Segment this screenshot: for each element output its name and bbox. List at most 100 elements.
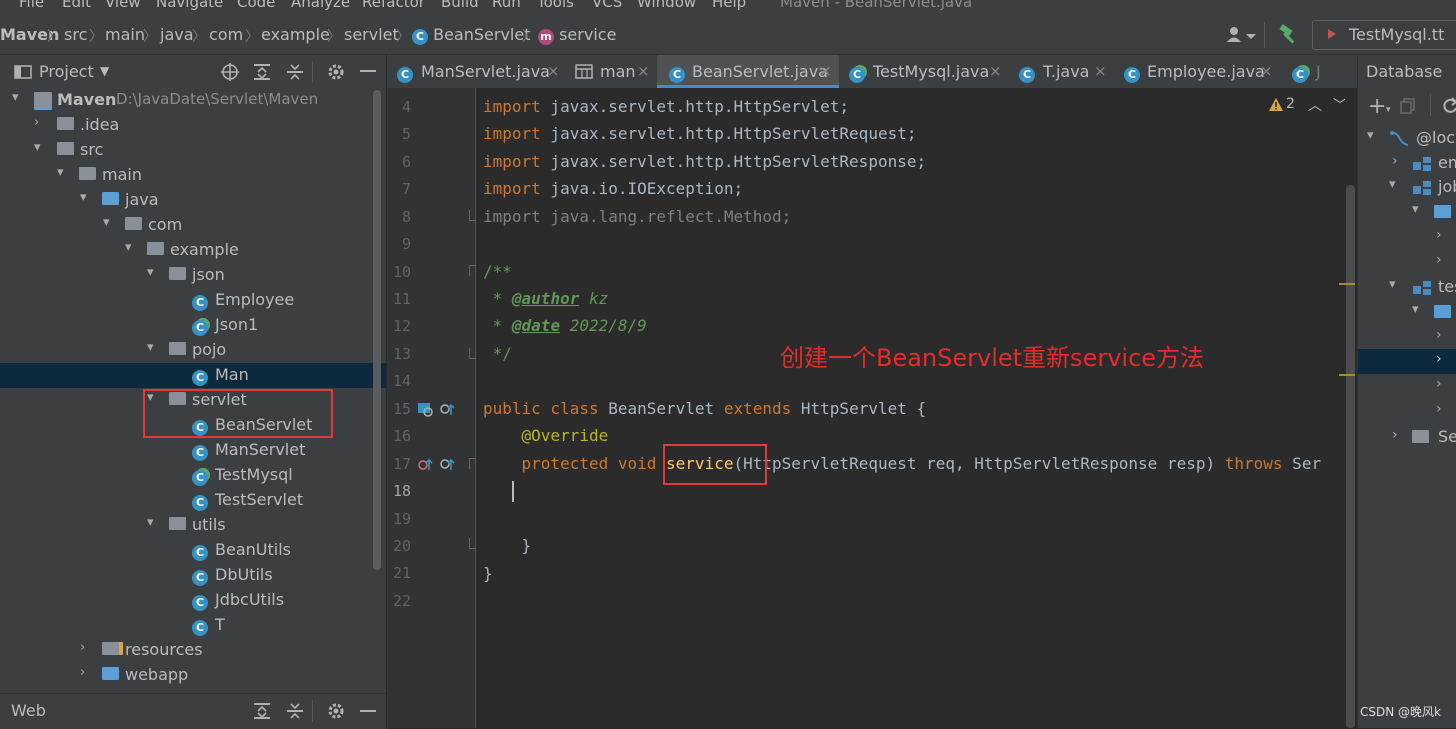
tree-node-maven[interactable]: ▾ Maven D:\JavaDate\Servlet\Maven: [0, 88, 386, 113]
dropdown-arrow-icon[interactable]: ▼: [100, 64, 109, 78]
chevron-down-icon[interactable]: ▾: [103, 215, 110, 230]
menu-refactor[interactable]: Refactor: [362, 0, 425, 11]
db-node-tes[interactable]: ▾ tes: [1358, 275, 1456, 300]
tree-node-src[interactable]: ▾ src: [0, 138, 386, 163]
menu-edit[interactable]: Edit: [62, 0, 91, 11]
chevron-down-icon[interactable]: ▾: [125, 240, 132, 255]
database-panel-title[interactable]: Database: [1366, 62, 1442, 81]
menu-help[interactable]: Help: [712, 0, 746, 11]
breadcrumb-main[interactable]: main: [105, 25, 145, 44]
chevron-down-icon[interactable]: ▾: [1389, 277, 1396, 292]
collapse-all-icon[interactable]: [285, 701, 305, 721]
editor-scrollbar[interactable]: [1346, 185, 1355, 728]
tree-node-pojo[interactable]: ▾ pojo: [0, 338, 386, 363]
implemented-icon[interactable]: [439, 401, 455, 417]
breadcrumb-java[interactable]: java: [160, 25, 194, 44]
expand-all-icon[interactable]: [252, 701, 272, 721]
chevron-down-icon[interactable]: ▾: [147, 515, 154, 530]
expand-all-icon[interactable]: [252, 62, 272, 82]
tree-node-json[interactable]: ▾ json: [0, 263, 386, 288]
breadcrumb-example[interactable]: example: [261, 25, 330, 44]
locate-file-icon[interactable]: [220, 62, 240, 82]
previous-highlight-icon[interactable]: ︿: [1308, 95, 1322, 115]
tab-employee[interactable]: C Employee.java ×: [1114, 55, 1280, 88]
chevron-right-icon[interactable]: ›: [80, 640, 85, 655]
warning-icon[interactable]: [1268, 97, 1284, 112]
build-hammer-icon[interactable]: [1278, 24, 1298, 46]
db-node-tables-folder[interactable]: ▾: [1358, 300, 1456, 325]
chevron-right-icon[interactable]: ›: [1436, 327, 1442, 343]
chevron-right-icon[interactable]: ›: [1392, 153, 1398, 169]
tab-t[interactable]: C T.java ×: [1009, 55, 1114, 88]
chevron-right-icon[interactable]: ›: [1392, 427, 1398, 443]
run-configuration-select[interactable]: TestMysql.tt: [1312, 20, 1456, 50]
breadcrumb-src[interactable]: src: [64, 25, 87, 44]
chevron-down-icon[interactable]: ▾: [57, 165, 64, 180]
close-icon[interactable]: ×: [1260, 62, 1273, 80]
tab-man[interactable]: man ×: [567, 55, 657, 88]
project-view-title[interactable]: Project: [39, 62, 94, 81]
tab-beanservlet[interactable]: C BeanServlet.java ×: [657, 55, 839, 88]
chevron-down-icon[interactable]: ▾: [34, 140, 41, 155]
gear-icon[interactable]: [326, 62, 346, 82]
menu-navigate[interactable]: Navigate: [156, 0, 223, 11]
close-icon[interactable]: ×: [989, 62, 1002, 80]
refresh-icon[interactable]: [1442, 97, 1456, 115]
chevron-right-icon[interactable]: ›: [1436, 252, 1442, 268]
close-icon[interactable]: ×: [637, 62, 650, 80]
tree-node-beanutils[interactable]: C BeanUtils: [0, 538, 386, 563]
hide-panel-icon[interactable]: [360, 70, 376, 72]
tree-node-testmysql[interactable]: C TestMysql: [0, 463, 386, 488]
chevron-down-icon[interactable]: ▾: [80, 190, 87, 205]
tree-node-utils[interactable]: ▾ utils: [0, 513, 386, 538]
tree-node-example[interactable]: ▾ example: [0, 238, 386, 263]
error-stripe-mark[interactable]: [1339, 283, 1355, 285]
breadcrumb-servlet[interactable]: servlet: [344, 25, 399, 44]
breadcrumb-service[interactable]: m service: [538, 25, 616, 45]
chevron-right-icon[interactable]: ›: [1436, 351, 1442, 367]
add-datasource-icon[interactable]: +: [1368, 94, 1386, 119]
tab-overflow[interactable]: C J: [1280, 55, 1357, 88]
tree-node-testservlet[interactable]: C TestServlet: [0, 488, 386, 513]
tree-node-t[interactable]: C T: [0, 613, 386, 638]
chevron-down-icon[interactable]: ▾: [1412, 302, 1419, 317]
breadcrumb-com[interactable]: com: [209, 25, 243, 44]
error-stripe-mark[interactable]: [1339, 374, 1355, 376]
inheritance-icon[interactable]: [417, 401, 433, 417]
close-icon[interactable]: ×: [547, 62, 560, 80]
tree-node-idea[interactable]: › .idea: [0, 113, 386, 138]
menu-tools[interactable]: Tools: [537, 0, 574, 11]
tab-manservlet[interactable]: C ManServlet.java ×: [387, 55, 567, 88]
close-icon[interactable]: ×: [819, 62, 832, 80]
tree-node-main[interactable]: ▾ main: [0, 163, 386, 188]
chevron-right-icon[interactable]: ›: [80, 665, 85, 680]
chevron-down-icon[interactable]: ▾: [147, 340, 154, 355]
hide-panel-icon[interactable]: [360, 710, 376, 712]
menu-vcs[interactable]: VCS: [592, 0, 622, 11]
db-node-se[interactable]: › Se: [1358, 425, 1456, 450]
db-node-job[interactable]: ▾ job: [1358, 175, 1456, 200]
db-node-tables-folder[interactable]: ▾: [1358, 200, 1456, 225]
tree-node-employee[interactable]: C Employee: [0, 288, 386, 313]
project-scrollbar[interactable]: [373, 90, 381, 570]
tree-node-manservlet[interactable]: C ManServlet: [0, 438, 386, 463]
chevron-down-icon[interactable]: ▾: [1367, 128, 1374, 143]
chevron-right-icon[interactable]: ›: [1436, 227, 1442, 243]
user-icon[interactable]: [1226, 25, 1256, 45]
collapse-all-icon[interactable]: [285, 62, 305, 82]
web-panel-title[interactable]: Web: [11, 701, 46, 720]
chevron-down-icon[interactable]: ▾: [1386, 105, 1391, 115]
implemented-icon[interactable]: [439, 456, 455, 472]
chevron-down-icon[interactable]: ▾: [1412, 202, 1419, 217]
db-node-table-selected[interactable]: ›: [1358, 349, 1456, 374]
override-icon[interactable]: [417, 456, 433, 472]
menu-code[interactable]: Code: [237, 0, 275, 11]
chevron-down-icon[interactable]: ▾: [12, 90, 19, 105]
db-node-table[interactable]: ›: [1358, 399, 1456, 424]
db-node-table[interactable]: ›: [1358, 225, 1456, 250]
db-node-table[interactable]: ›: [1358, 374, 1456, 399]
tab-testmysql[interactable]: C TestMysql.java ×: [839, 55, 1009, 88]
copy-icon[interactable]: [1400, 98, 1416, 114]
chevron-down-icon[interactable]: ▾: [1389, 177, 1396, 192]
menu-view[interactable]: View: [105, 0, 141, 11]
